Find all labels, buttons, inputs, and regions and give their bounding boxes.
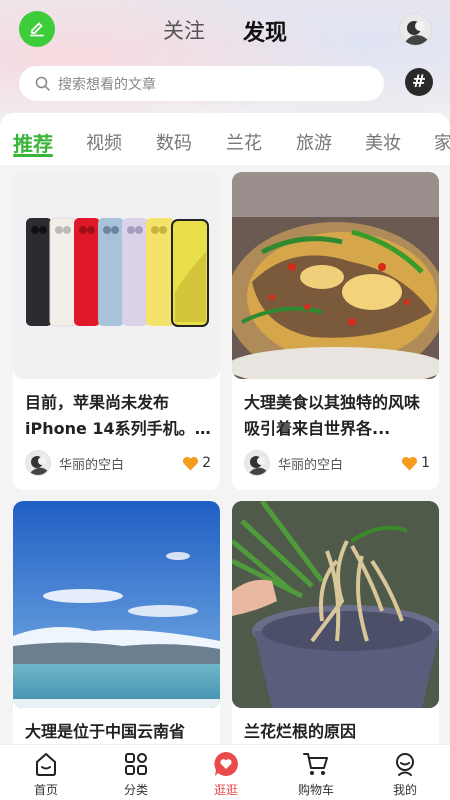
article-card[interactable]: 目前，苹果尚未发布iPhone 14系列手机。根... 华丽的空白 2 <box>13 172 220 490</box>
content-panel: 推荐 视频 数码 兰花 旅游 美妆 家 目前，苹果尚未发布iPhone 14系列… <box>0 113 450 800</box>
article-title: 大理是位于中国云南省 <box>25 722 186 741</box>
article-image-orchid <box>232 501 439 708</box>
active-category-indicator <box>13 154 53 157</box>
nav-label: 分类 <box>123 783 148 797</box>
like-count: 1 <box>421 455 430 471</box>
author-name: 华丽的空白 <box>278 457 344 473</box>
nav-label: 购物车 <box>297 783 334 797</box>
search-icon <box>35 76 50 91</box>
hashtag-icon: # <box>411 72 427 92</box>
like-count: 2 <box>202 455 211 471</box>
pencil-icon <box>30 22 44 37</box>
article-card[interactable]: 大理美食以其独特的风味吸引着来自世界各... 华丽的空白 1 <box>232 172 439 490</box>
category-orchid[interactable]: 兰花 <box>226 129 262 155</box>
nav-label: 首页 <box>33 783 58 797</box>
home-icon <box>36 753 56 776</box>
tab-discover[interactable]: 发现 <box>243 15 287 47</box>
like-button[interactable]: 2 <box>182 455 211 471</box>
nav-cart[interactable]: 购物车 <box>281 749 351 798</box>
nav-label: 我的 <box>392 783 417 797</box>
article-title: 大理美食以其独特的风味吸引着来自世界各... <box>244 393 421 438</box>
category-travel[interactable]: 旅游 <box>296 129 332 155</box>
category-home[interactable]: 家 <box>434 129 450 155</box>
category-video[interactable]: 视频 <box>86 129 122 155</box>
heart-icon <box>183 456 199 470</box>
article-meta: 华丽的空白 1 <box>244 449 430 477</box>
cart-icon <box>303 753 328 775</box>
grid-icon <box>125 753 147 775</box>
nav-home[interactable]: 首页 <box>11 749 81 798</box>
category-beauty[interactable]: 美妆 <box>365 129 401 155</box>
search-placeholder: 搜索想看的文章 <box>58 76 156 93</box>
author-avatar <box>25 450 51 476</box>
heart-icon <box>402 456 418 470</box>
like-button[interactable]: 1 <box>401 455 430 471</box>
tab-follow[interactable]: 关注 <box>163 15 205 45</box>
article-image-iphone <box>13 172 220 379</box>
article-title: 目前，苹果尚未发布iPhone 14系列手机。根... <box>25 393 195 438</box>
heart-bubble-icon <box>214 752 238 776</box>
nav-profile[interactable]: 我的 <box>370 749 440 798</box>
article-image-food <box>232 172 439 379</box>
profile-icon <box>396 753 414 776</box>
article-meta: 华丽的空白 2 <box>25 449 211 477</box>
category-recommend[interactable]: 推荐 <box>13 128 53 157</box>
bottom-navigation: 首页 分类 逛逛 购物车 我的 <box>0 744 450 800</box>
user-avatar[interactable] <box>399 13 432 46</box>
article-title: 兰花烂根的原因 <box>244 722 357 741</box>
category-tabs: 推荐 视频 数码 兰花 旅游 美妆 家 <box>0 113 450 165</box>
top-bar: 关注 发现 <box>0 0 450 58</box>
hashtag-button[interactable]: # <box>405 68 433 96</box>
category-digital[interactable]: 数码 <box>156 129 192 155</box>
edit-button[interactable] <box>19 11 55 47</box>
author-name: 华丽的空白 <box>59 457 125 473</box>
nav-category[interactable]: 分类 <box>101 749 171 798</box>
search-bar[interactable]: 搜索想看的文章 <box>19 66 384 101</box>
nav-browse[interactable]: 逛逛 <box>191 749 261 798</box>
nav-label: 逛逛 <box>213 783 238 797</box>
article-image-lake <box>13 501 220 708</box>
author-avatar <box>244 450 270 476</box>
